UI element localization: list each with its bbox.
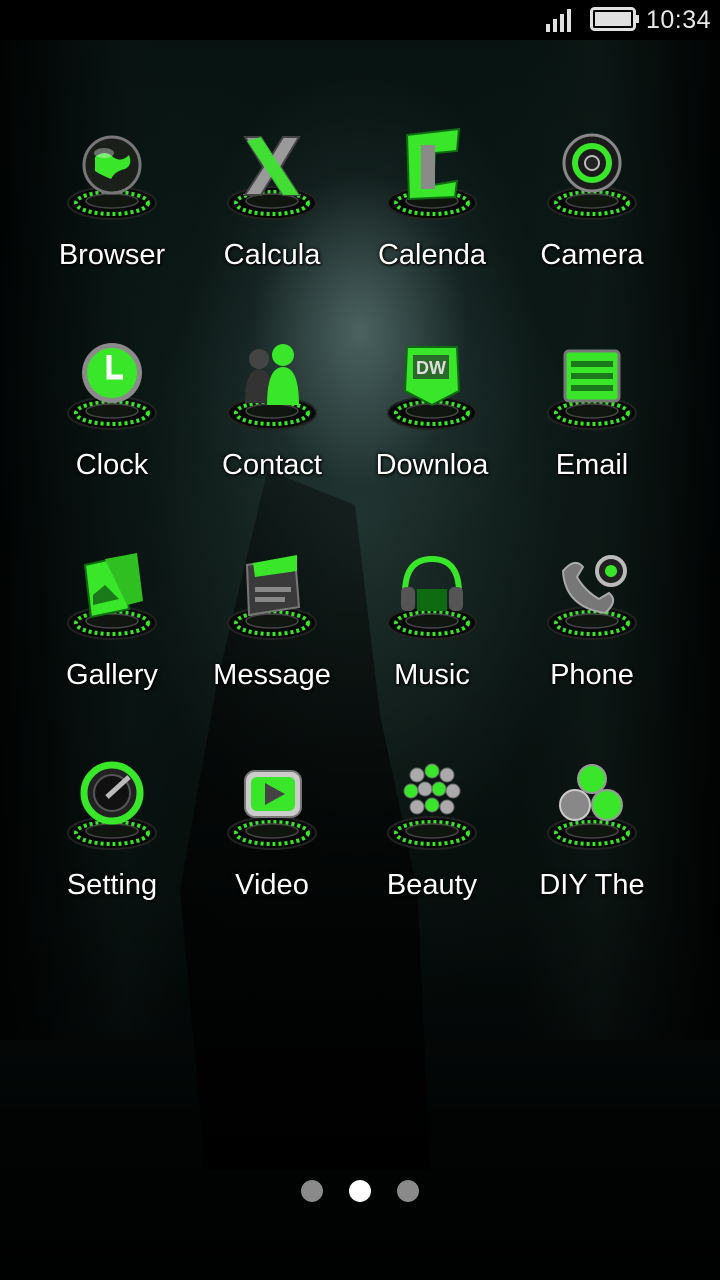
app-label: Email [555,449,629,481]
email-icon [537,325,647,435]
app-label: Camera [540,239,644,271]
home-screen: 10:34 Browser Calcula Calenda Camera Clo… [0,0,720,1280]
app-calenda[interactable]: Calenda [352,115,512,325]
page-dot-1[interactable] [301,1180,323,1202]
app-label: Video [235,869,309,901]
status-bar: 10:34 [0,0,720,40]
app-label: Clock [75,449,149,481]
video-icon [217,745,327,855]
diy-theme-icon [537,745,647,855]
app-browser[interactable]: Browser [32,115,192,325]
camera-icon [537,115,647,225]
beauty-icon [377,745,487,855]
download-icon: DW [377,325,487,435]
page-dot-3[interactable] [397,1180,419,1202]
app-label: Music [394,659,470,691]
app-label: DIY The [539,869,645,901]
clock-icon [57,325,167,435]
page-indicator[interactable] [0,1180,720,1202]
globe-icon [57,115,167,225]
calendar-icon [377,115,487,225]
app-downloa[interactable]: DW Downloa [352,325,512,535]
app-camera[interactable]: Camera [512,115,672,325]
status-time: 10:34 [646,6,712,34]
app-label: Setting [66,869,158,901]
wallpaper-shadow [0,900,720,1280]
app-clock[interactable]: Clock [32,325,192,535]
app-gallery[interactable]: Gallery [32,535,192,745]
app-label: Calenda [377,239,487,271]
app-label: Browser [58,239,166,271]
app-label: Message [213,659,331,691]
app-message[interactable]: Message [192,535,352,745]
gallery-icon [57,535,167,645]
app-setting[interactable]: Setting [32,745,192,955]
app-music[interactable]: Music [352,535,512,745]
app-diy-the[interactable]: DIY The [512,745,672,955]
app-beauty[interactable]: Beauty [352,745,512,955]
page-dot-2[interactable] [349,1180,371,1202]
app-video[interactable]: Video [192,745,352,955]
app-label: Beauty [386,869,478,901]
app-label: Contact [222,449,322,481]
app-label: Calcula [223,239,321,271]
phone-icon [537,535,647,645]
app-label: Gallery [66,659,158,691]
settings-icon [57,745,167,855]
svg-text:DW: DW [416,358,446,378]
app-calcula[interactable]: Calcula [192,115,352,325]
headphones-icon [377,535,487,645]
signal-icon [546,9,571,32]
app-label: Downloa [375,449,489,481]
calculator-icon [217,115,327,225]
battery-icon [590,7,639,31]
app-email[interactable]: Email [512,325,672,535]
app-label: Phone [550,659,634,691]
message-icon [217,535,327,645]
app-grid: Browser Calcula Calenda Camera Clock Con… [32,115,672,955]
contact-icon [217,325,327,435]
app-contact[interactable]: Contact [192,325,352,535]
app-phone[interactable]: Phone [512,535,672,745]
